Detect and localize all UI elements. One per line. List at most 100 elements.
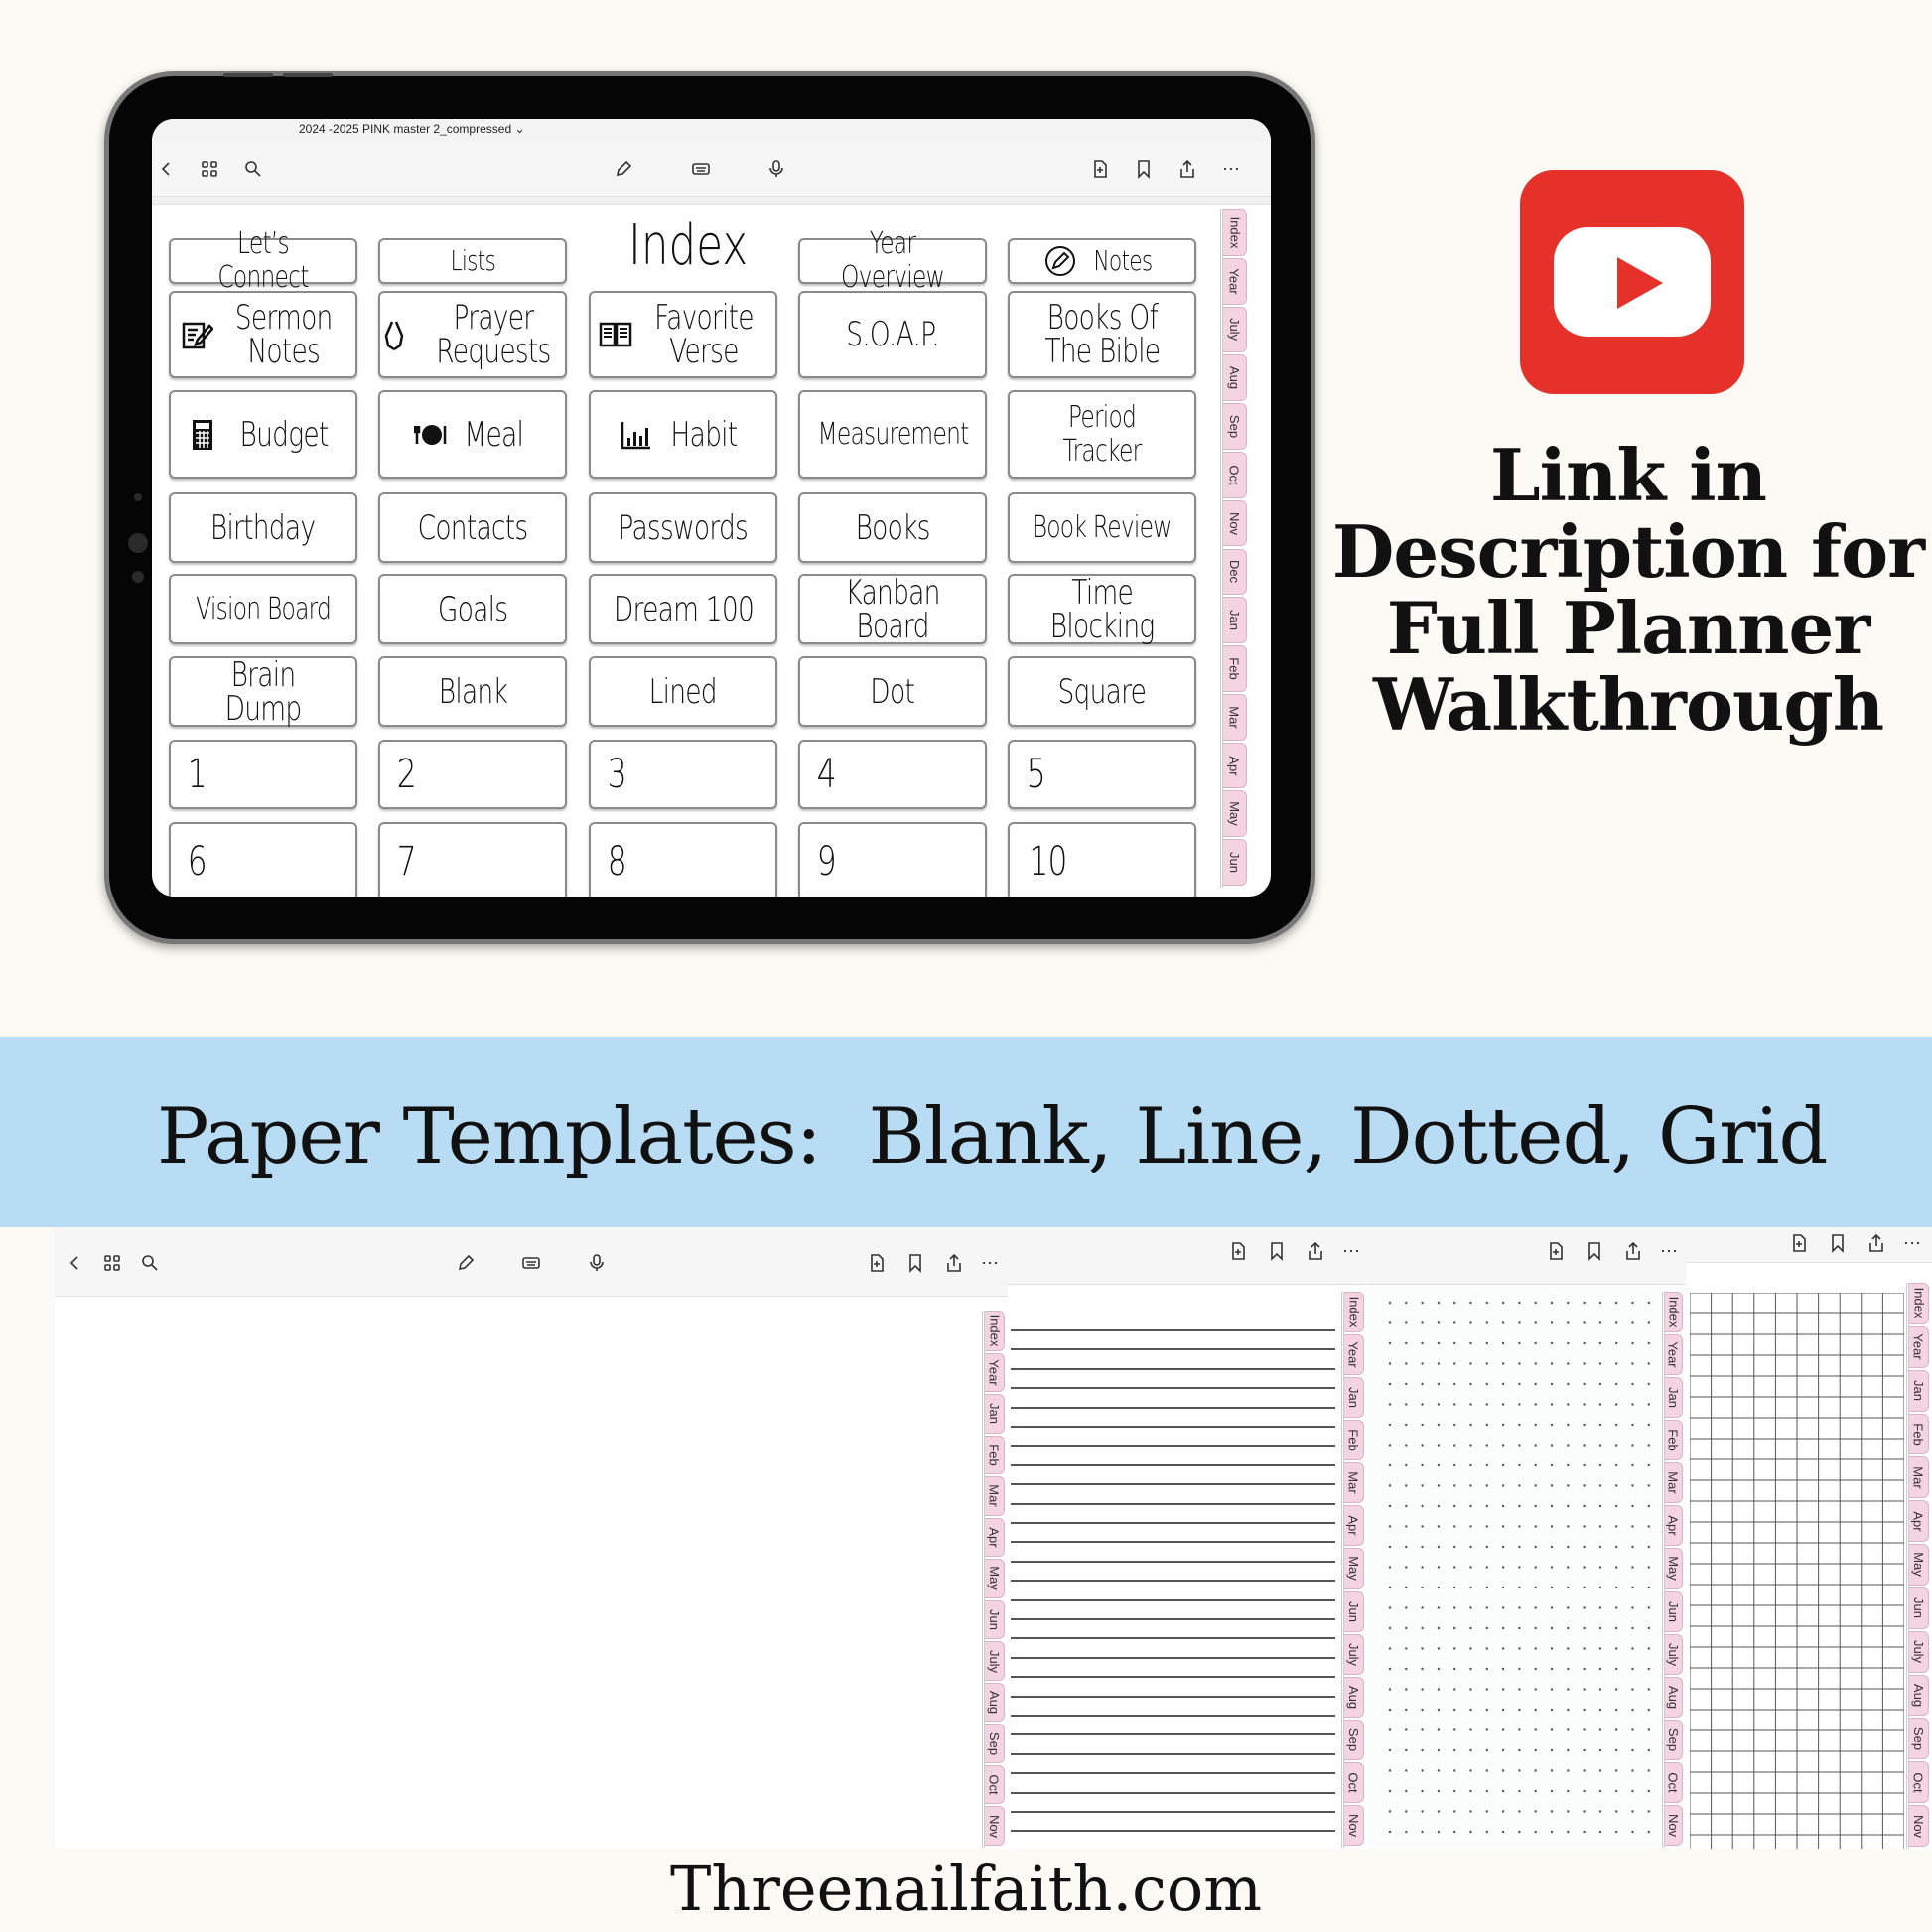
tab-may[interactable]: May [1909,1544,1929,1586]
tab-apr[interactable]: Apr [1344,1505,1364,1547]
tab-jan[interactable]: Jan [1344,1377,1364,1419]
index-link-year-overview[interactable]: Year Overview [798,227,987,295]
tab-sep[interactable]: Sep [1909,1718,1929,1760]
tab-nov[interactable]: Nov [1223,499,1247,547]
tab-dec[interactable]: Dec [1223,548,1247,596]
index-link-kanban-board[interactable]: Kanban Board [798,574,987,644]
bookmark-icon[interactable] [1583,1239,1606,1263]
index-link-9[interactable]: 9 [798,822,987,897]
bookmark-icon[interactable] [1826,1231,1850,1255]
index-link-4[interactable]: 4 [798,740,987,809]
pen-icon[interactable] [454,1251,478,1275]
tab-may[interactable]: May [1665,1548,1683,1589]
search-icon[interactable] [138,1251,162,1275]
share-icon[interactable] [1175,157,1199,181]
grid-view-icon[interactable] [198,157,221,181]
tab-jan[interactable]: Jan [1909,1369,1929,1412]
tab-oct[interactable]: Oct [1665,1761,1683,1803]
tab-feb[interactable]: Feb [1909,1413,1929,1455]
index-link-passwords[interactable]: Passwords [589,492,777,563]
tab-nov[interactable]: Nov [985,1806,1005,1846]
index-link-blank[interactable]: Blank [378,656,567,727]
tab-apr[interactable]: Apr [985,1517,1005,1558]
back-icon[interactable] [63,1251,86,1275]
tab-jun[interactable]: Jun [1223,839,1247,886]
document-title[interactable]: 2024 -2025 PINK master 2_compressed ⌄ [299,122,525,136]
index-link-period-tracker[interactable]: Period Tracker [1008,390,1196,479]
bookmark-icon[interactable] [903,1251,927,1275]
index-link-favorite-verse[interactable]: Favorite Verse [589,291,777,378]
tab-july[interactable]: July [1909,1630,1929,1673]
index-link-prayer-requests[interactable]: Prayer Requests [378,291,567,378]
keyboard-icon[interactable] [519,1251,543,1275]
more-icon[interactable]: ⋯ [978,1251,1002,1275]
index-link-goals[interactable]: Goals [378,574,567,644]
share-icon[interactable] [942,1251,966,1275]
tab-oct[interactable]: Oct [1223,451,1247,498]
tab-aug[interactable]: Aug [1344,1676,1364,1718]
index-link-2[interactable]: 2 [378,740,567,809]
index-link-contacts[interactable]: Contacts [378,492,567,563]
microphone-icon[interactable] [585,1251,609,1275]
tab-mar[interactable]: Mar [1344,1462,1364,1504]
share-icon[interactable] [1621,1239,1645,1263]
tab-index[interactable]: Index [1909,1283,1929,1324]
add-page-icon[interactable] [1088,157,1112,181]
index-link-lined[interactable]: Lined [589,656,777,727]
tab-july[interactable]: July [985,1641,1005,1681]
tab-index[interactable]: Index [985,1311,1005,1351]
index-link-notes[interactable]: Notes [1008,238,1196,284]
index-link-vision-board[interactable]: Vision Board [169,574,357,644]
tab-year[interactable]: Year [985,1352,1005,1393]
tab-apr[interactable]: Apr [1665,1505,1683,1547]
index-link-lists[interactable]: Lists [378,238,567,284]
tab-apr[interactable]: Apr [1223,742,1247,789]
back-icon[interactable] [154,157,178,181]
add-page-icon[interactable] [1226,1239,1250,1263]
index-link-1[interactable]: 1 [169,740,357,809]
index-link-books[interactable]: Books [798,492,987,563]
tab-year[interactable]: Year [1223,257,1247,305]
tab-jun[interactable]: Jun [985,1599,1005,1640]
index-link-brain-dump[interactable]: Brain Dump [169,656,357,727]
index-link-habit[interactable]: Habit [589,390,777,479]
tab-oct[interactable]: Oct [1909,1761,1929,1804]
tab-feb[interactable]: Feb [985,1435,1005,1475]
index-link-5[interactable]: 5 [1008,740,1196,809]
index-link-budget[interactable]: Budget [169,390,357,479]
tab-oct[interactable]: Oct [985,1764,1005,1805]
index-link-measurement[interactable]: Measurement [798,390,987,479]
index-link-lets-connect[interactable]: Let’s Connect [169,227,357,295]
search-icon[interactable] [241,157,265,181]
tab-jan[interactable]: Jan [985,1394,1005,1434]
index-link-birthday[interactable]: Birthday [169,492,357,563]
index-link-book-review[interactable]: Book Review [1008,492,1196,563]
index-link-meal[interactable]: Meal [378,390,567,479]
index-link-dream-100[interactable]: Dream 100 [589,574,777,644]
tab-jun[interactable]: Jun [1665,1590,1683,1632]
tab-mar[interactable]: Mar [985,1476,1005,1516]
tab-may[interactable]: May [1344,1548,1364,1589]
tab-jan[interactable]: Jan [1665,1377,1683,1419]
more-icon[interactable]: ⋯ [1900,1231,1924,1255]
pen-icon[interactable] [612,157,635,181]
tab-feb[interactable]: Feb [1223,645,1247,692]
index-link-6[interactable]: 6 [169,822,357,897]
tab-sep[interactable]: Sep [1344,1719,1364,1760]
more-icon[interactable]: ⋯ [1657,1239,1681,1263]
bookmark-icon[interactable] [1265,1239,1289,1263]
index-link-sermon-notes[interactable]: Sermon Notes [169,291,357,378]
tab-jan[interactable]: Jan [1223,597,1247,644]
tab-year[interactable]: Year [1665,1334,1683,1376]
tab-may[interactable]: May [1223,790,1247,838]
microphone-icon[interactable] [764,157,788,181]
index-link-3[interactable]: 3 [589,740,777,809]
tab-nov[interactable]: Nov [1909,1805,1929,1847]
website-footer[interactable]: Threenailfaith.com [0,1853,1932,1925]
add-page-icon[interactable] [865,1251,889,1275]
tab-july[interactable]: July [1344,1633,1364,1675]
add-page-icon[interactable] [1544,1239,1568,1263]
tab-year[interactable]: Year [1344,1334,1364,1376]
tab-index[interactable]: Index [1223,209,1247,256]
index-link-8[interactable]: 8 [589,822,777,897]
